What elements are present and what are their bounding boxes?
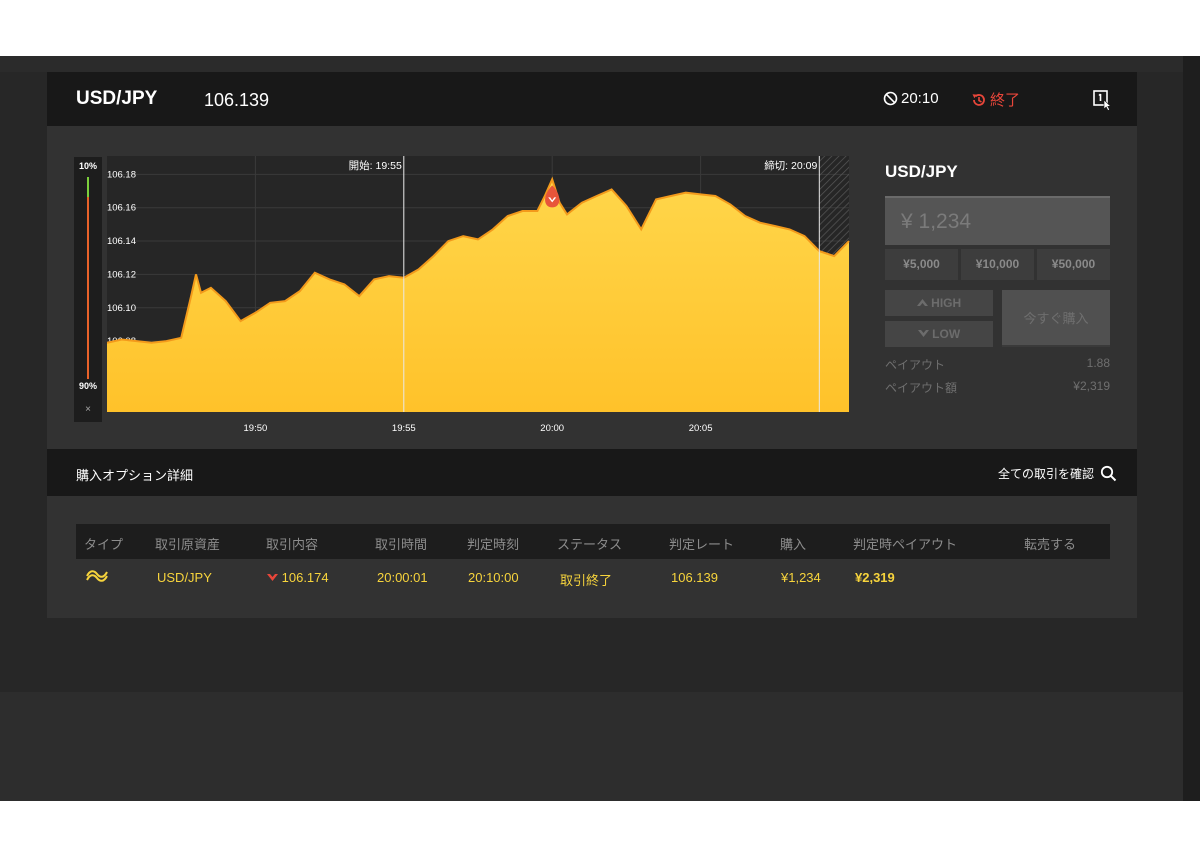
search-icon [1100,465,1117,482]
row-judge-time: 20:10:00 [468,570,519,585]
high-label: HIGH [931,296,962,310]
payout-amount-value: ¥2,319 [1073,379,1110,393]
right-scroll-gutter [1183,56,1200,801]
panel-header: USD/JPY 106.139 20:10 終了 [47,72,1137,126]
view-all-trades-link[interactable]: 全ての取引を確認 [998,465,1117,482]
y-tick-label: 106.16 [107,203,136,214]
row-content-value: 106.174 [281,570,329,585]
y-tick-label: 106.14 [107,236,136,247]
payout-amount-label: ペイアウト額 [885,381,958,395]
preset-button[interactable]: ¥5,000 [885,249,958,280]
pointer-window-icon[interactable] [1093,89,1113,111]
amount-input[interactable]: ¥ 1,234 [885,196,1110,245]
row-asset: USD/JPY [157,570,212,585]
direction-buttons: HIGH LOW [885,290,993,352]
x-tick-label: 20:00 [540,423,564,434]
col-payout: 判定時ペイアウト [853,537,958,552]
low-arrow-icon [917,330,929,337]
lower-background [0,692,1183,801]
trade-panel: USD/JPY ¥ 1,234 ¥5,000 ¥10,000 ¥50,000 H… [885,152,1110,412]
history-icon [972,93,985,106]
col-judge-rate: 判定レート [669,537,735,552]
row-status: 取引終了 [560,573,613,588]
expired-status: 終了 [971,89,1020,110]
probability-bottom: 90% [78,381,97,391]
details-header: 購入オプション詳細 全ての取引を確認 [47,449,1137,496]
x-tick-label: 19:55 [392,423,416,434]
highlow-type-icon [86,570,108,582]
probability-gauge: 10% 90% × [74,157,102,422]
x-tick-label: 20:05 [689,423,713,434]
options-table: タイプ 取引原資産 取引内容 取引時間 判定時刻 ステータス 判定レート 購入 … [76,524,1110,595]
trading-panel: USD/JPY 106.139 20:10 終了 10% 90% × 106.1… [47,72,1137,618]
probability-top: 10% [78,161,97,171]
preset-button[interactable]: ¥10,000 [961,249,1034,280]
price-chart: 106.18106.16106.14106.12106.10106.08106.… [107,156,850,434]
col-trade-time: 取引時間 [375,537,428,552]
row-purchase: ¥1,234 [781,570,821,585]
y-tick-label: 106.12 [107,269,136,280]
y-tick-label: 106.18 [107,169,136,180]
header-price: 106.139 [204,90,270,110]
view-all-label: 全ての取引を確認 [998,467,1095,481]
high-button[interactable]: HIGH [885,290,993,316]
close-gauge-button[interactable]: × [74,404,102,415]
close-label: 締切: 20:09 [764,159,817,172]
row-judge-rate: 106.139 [671,570,718,585]
col-status: ステータス [557,537,623,552]
row-payout: ¥2,319 [855,570,895,585]
low-direction-icon [267,574,278,581]
trade-symbol: USD/JPY [885,162,958,181]
col-judge-time: 判定時刻 [467,537,520,552]
low-button[interactable]: LOW [885,321,993,347]
preset-button[interactable]: ¥50,000 [1037,249,1110,280]
start-label: 開始: 19:55 [349,159,402,172]
table-row[interactable]: USD/JPY 106.174 20:00:01 20:10:00 取引終了 1… [76,559,1110,595]
buy-now-button[interactable]: 今すぐ購入 [1002,290,1110,347]
payout-label: ペイアウト [885,358,946,372]
expiry-time-text: 20:10 [901,90,939,107]
low-label: LOW [932,327,961,341]
row-content: 106.174 [267,570,329,585]
amount-presets: ¥5,000 ¥10,000 ¥50,000 [885,249,1110,280]
col-content: 取引内容 [266,537,319,552]
top-strip [0,56,1183,72]
probability-low-bar [87,197,89,379]
payout-amount-row: ペイアウト額 ¥2,319 [885,379,1110,396]
row-trade-time: 20:00:01 [377,570,428,585]
amount-value: ¥ 1,234 [901,210,972,233]
closed-clock-icon [883,91,898,106]
y-tick-label: 106.10 [107,303,136,314]
expiry-time: 20:10 [883,90,939,107]
high-arrow-icon [916,299,928,306]
col-resell: 転売する [1024,537,1077,552]
probability-high-bar [87,177,89,197]
details-title: 購入オプション詳細 [76,468,194,483]
col-purchase: 購入 [780,537,807,552]
header-symbol: USD/JPY [76,88,158,109]
col-type: タイプ [84,537,124,552]
table-header: タイプ 取引原資産 取引内容 取引時間 判定時刻 ステータス 判定レート 購入 … [76,524,1110,559]
col-asset: 取引原資産 [155,537,221,552]
payout-row: ペイアウト 1.88 [885,356,1110,373]
payout-value: 1.88 [1086,356,1110,370]
expired-status-text: 終了 [990,92,1021,109]
x-tick-label: 19:50 [244,423,268,434]
